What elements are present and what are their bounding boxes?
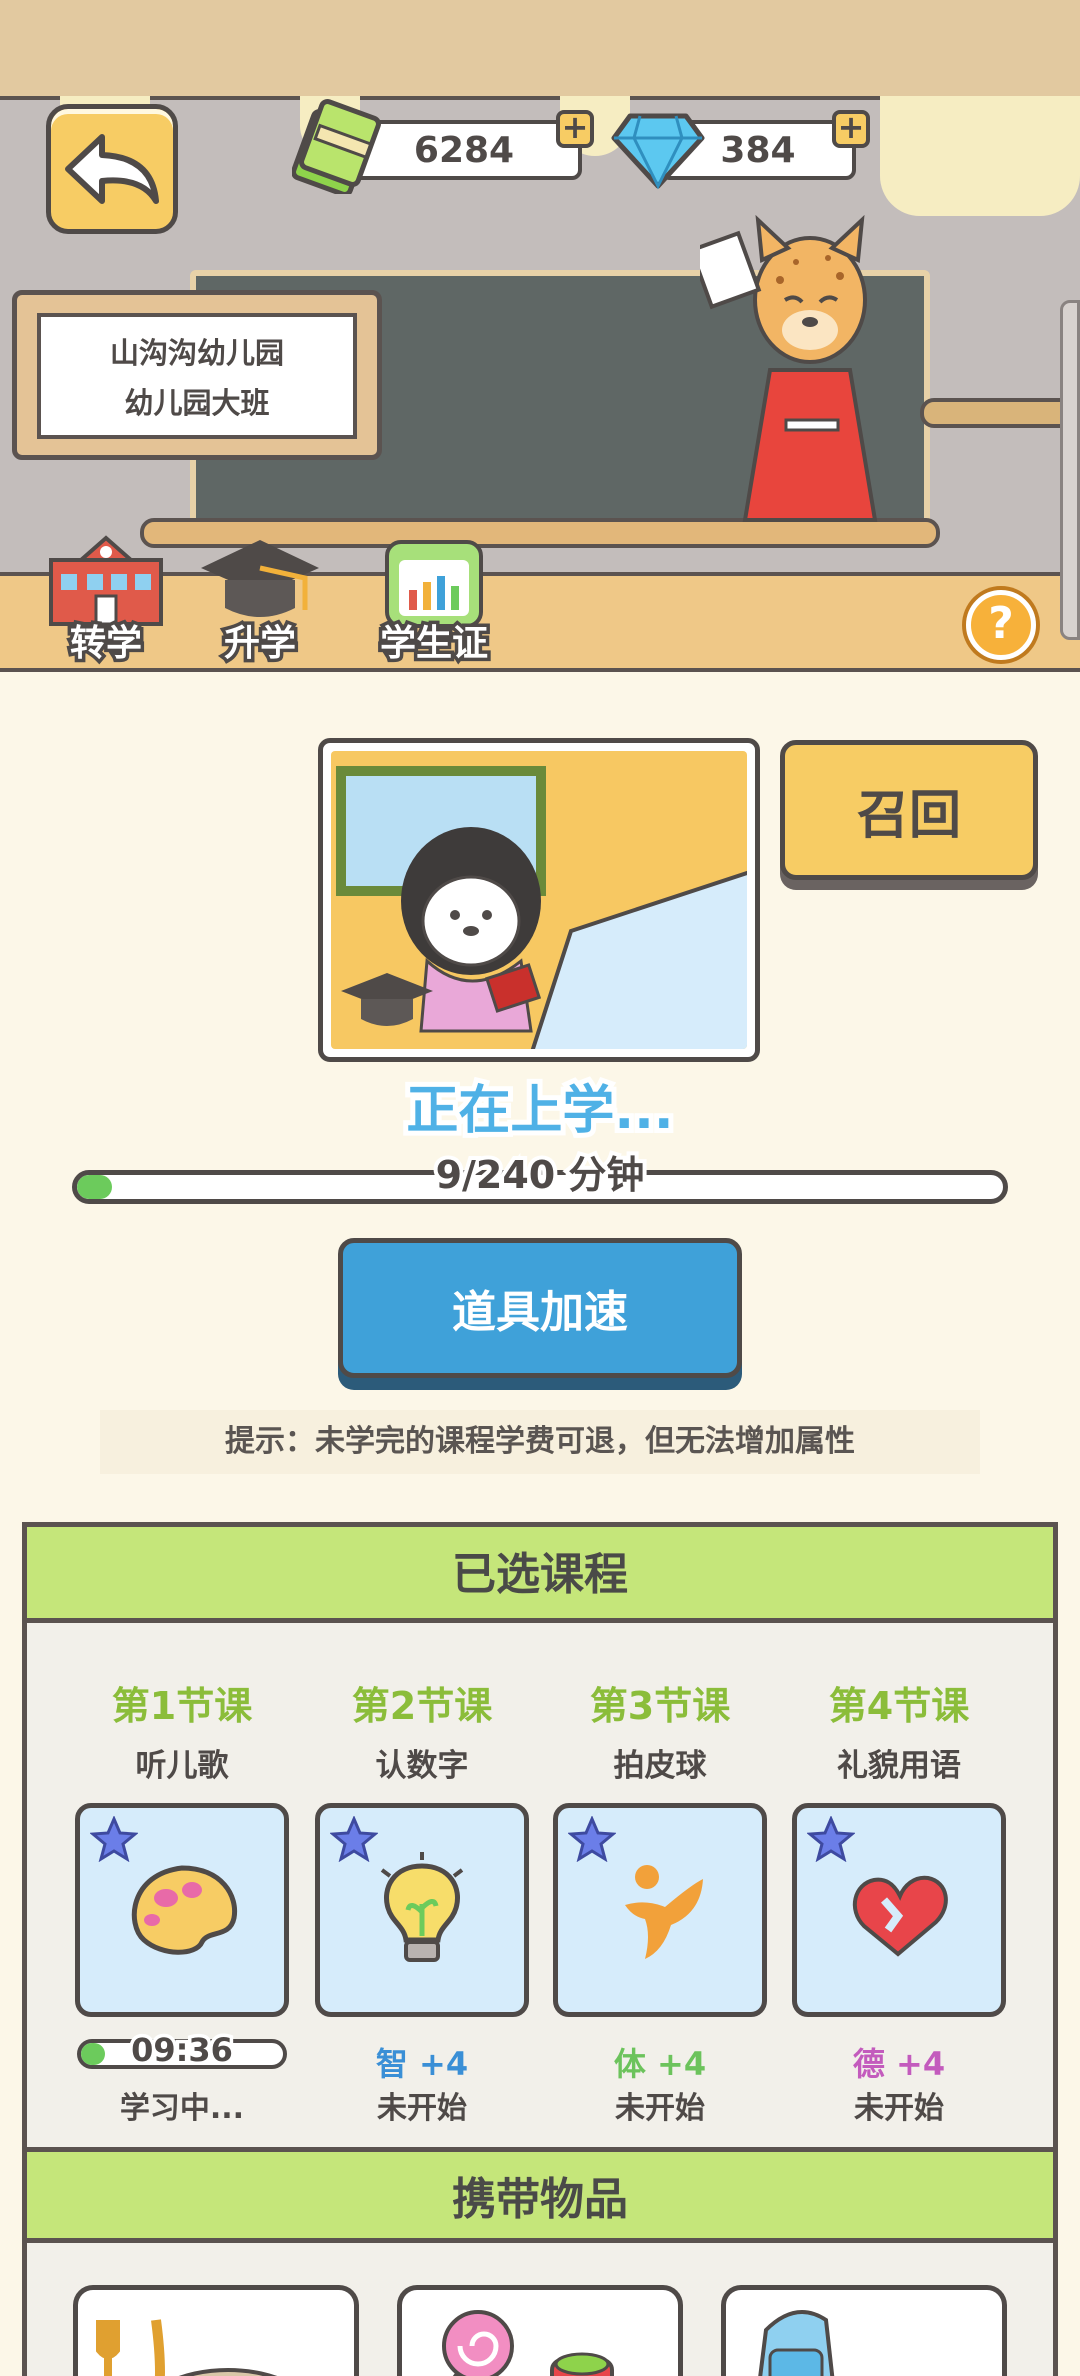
diamond-value: 384 [720,129,796,171]
cash-stack-icon [292,99,381,194]
items-panel-title: 携带物品 [27,2147,1053,2243]
course-number: 第4节课 [828,1684,970,1728]
student-card-button[interactable]: 学生证 [364,530,504,670]
courses-panel-title: 已选课程 [27,1527,1053,1623]
speed-up-button[interactable]: 道具加速 [338,1238,742,1378]
course-attr-value: +4 [419,2045,469,2083]
star-icon [330,1816,378,1862]
status-title: 正在上学... [401,1076,678,1146]
course-number: 第3节课 [589,1684,731,1728]
help-button[interactable]: ? [966,590,1036,660]
ceiling-beam [0,0,1080,100]
utensils-icon [96,2319,278,2376]
course-card[interactable] [75,1803,289,2017]
recall-button[interactable]: 召回 [780,740,1038,880]
paint-palette-icon [131,1865,238,1955]
transfer-school-button[interactable]: 转学 [36,530,176,670]
classroom-photo-frame [318,738,760,1062]
item-slot[interactable] [397,2285,683,2376]
promote-button[interactable]: 升学 [190,530,330,670]
item-slot[interactable] [721,2285,1007,2376]
recall-label: 召回 [856,785,961,846]
class-name: 幼儿园大班 [124,386,270,420]
course-name: 拍皮球 [613,1748,707,1784]
item-slot[interactable] [73,2285,359,2376]
course-item[interactable]: 第3节课 拍皮球 体 +4 未开始 [552,1675,768,2127]
course-number: 第1节课 [111,1684,253,1728]
course-card[interactable] [792,1803,1006,2017]
back-button[interactable] [46,104,178,234]
course-attr-value: +4 [896,2045,946,2083]
course-name: 听儿歌 [135,1748,229,1784]
course-status: 未开始 [615,2091,705,2126]
heart-icon [853,1875,948,1957]
wall-plank [920,398,1080,428]
course-attr-name: 智 [375,2045,408,2083]
lightbulb-icon [380,1852,464,1962]
course-item[interactable]: 第4节课 礼貌用语 德 +4 未开始 [791,1675,1007,2127]
course-card[interactable] [553,1803,767,2017]
class-progress-text: 9/240 分钟 [432,1149,649,1201]
course-item[interactable]: 第1节课 听儿歌 09:36 学习中... [74,1675,290,2127]
star-icon [568,1816,616,1862]
running-figure-icon [625,1865,703,1959]
backpack-icon [758,2310,835,2376]
course-item[interactable]: 第2节课 认数字 智 +4 未开始 [314,1675,530,2127]
side-scroll-tab[interactable] [1060,300,1080,640]
course-attr-name: 体 [613,2045,646,2083]
course-status: 未开始 [377,2091,467,2126]
course-name: 认数字 [375,1748,469,1784]
courses-panel: 已选课程 第1节课 听儿歌 09:36 学习中... 第2节课 认数字 智 +4… [22,1522,1058,2376]
transfer-label: 转学 [66,620,145,668]
hint-text: 提示：未学完的课程学费可退，但无法增加属性 [100,1410,980,1474]
student-card-label: 学生证 [376,620,491,668]
star-icon [90,1816,138,1862]
speed-up-label: 道具加速 [452,1287,628,1338]
course-number: 第2节课 [351,1684,493,1728]
decor-drip [880,96,1080,216]
student-studying-illustration [336,766,747,1049]
school-sign: 山沟沟幼儿园 幼儿园大班 [12,290,382,460]
course-attr-value: +4 [657,2045,707,2083]
back-arrow-icon [65,134,159,204]
school-name: 山沟沟幼儿园 [109,336,284,370]
course-attr-name: 德 [852,2045,885,2083]
star-icon [807,1816,855,1862]
course-timer-bar: 09:36 [77,2028,287,2073]
lollipop-icon [442,2310,614,2376]
diamond-icon [611,113,705,190]
add-cash-button[interactable]: + [556,110,594,148]
promote-label: 升学 [220,620,299,668]
course-status: 学习中... [119,2091,245,2126]
course-timer-text: 09:36 [128,2028,237,2073]
course-status: 未开始 [854,2091,944,2126]
course-name: 礼貌用语 [837,1748,961,1784]
cash-value: 6284 [413,129,515,171]
add-diamond-button[interactable]: + [832,110,870,148]
teacher-leopard-character [700,214,878,522]
course-card[interactable] [315,1803,529,2017]
